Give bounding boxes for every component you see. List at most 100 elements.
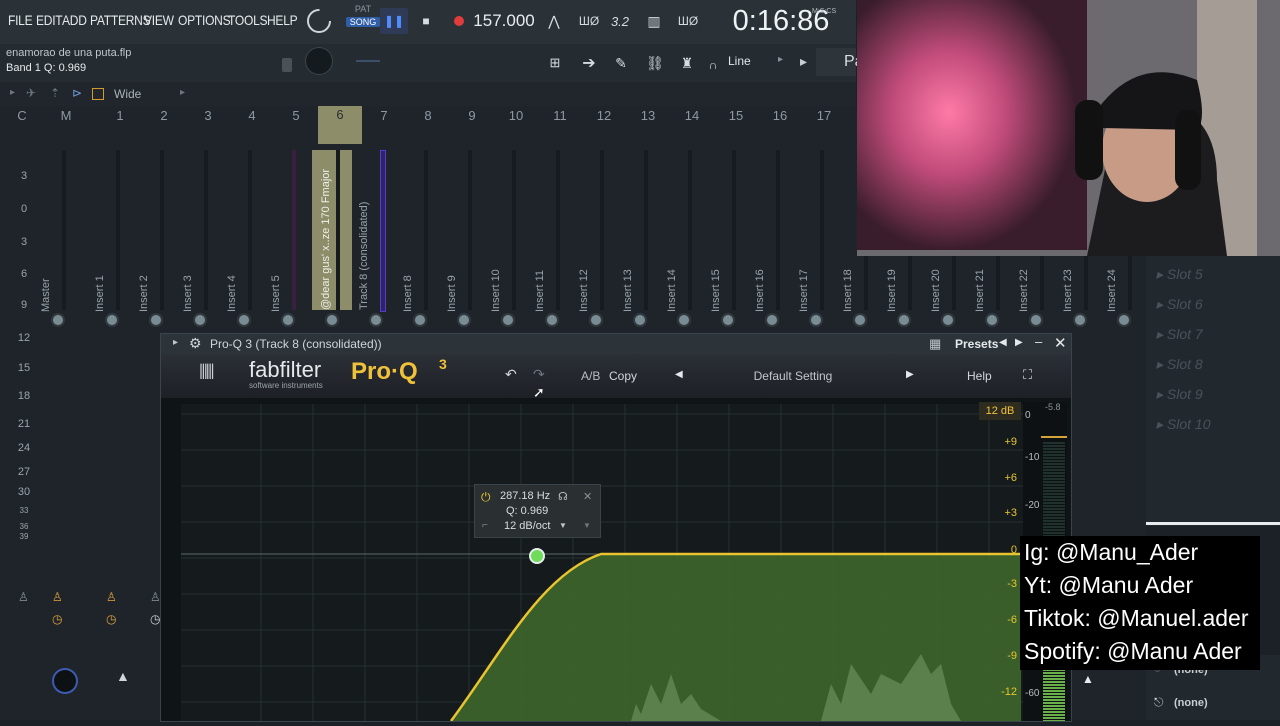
mixer-view-label[interactable]: Wide [114, 87, 141, 101]
pat-song-toggle[interactable]: PAT SONG [346, 4, 380, 40]
band-slope[interactable]: 12 dB/oct [504, 520, 550, 532]
loop-record-icon[interactable]: ШØ [674, 8, 702, 34]
mixer-split-icon[interactable]: ⊳ [72, 86, 82, 100]
slot-8[interactable]: ▸ Slot 8 [1156, 356, 1203, 373]
piano-roll-icon[interactable]: ⊞ [540, 50, 570, 76]
preset-next-icon[interactable]: ▶ [1015, 337, 1023, 348]
pattern-next-icon[interactable]: ▸ [800, 48, 812, 74]
menu-add[interactable]: ADD [62, 12, 87, 28]
minimize-icon[interactable]: – [1035, 334, 1042, 349]
mixer-pan-knob[interactable] [107, 315, 117, 325]
band-shape-icon[interactable]: ⌐ [482, 520, 488, 531]
lock-icon[interactable]: ♙ [52, 590, 63, 604]
mixer-pan-knob[interactable] [239, 315, 249, 325]
mixer-box-icon[interactable] [92, 88, 104, 100]
mixer-pan-knob[interactable] [679, 315, 689, 325]
timer-icon[interactable]: ◷ [150, 612, 160, 626]
mixer-strip[interactable]: Insert 1 [92, 150, 132, 325]
mixer-pan-knob[interactable] [635, 315, 645, 325]
send-knob[interactable] [54, 670, 76, 692]
mixer-pan-knob[interactable] [53, 315, 63, 325]
up-arrow-icon[interactable]: ▲ [116, 668, 130, 684]
band-power-icon[interactable]: ⏻ [481, 490, 491, 505]
mixer-pan-knob[interactable] [371, 315, 381, 325]
eq-graph[interactable]: ⏻ 287.18 Hz ☊ ✕ Q: 0.969 ⌐ 12 dB/oct ▼ ▼ [181, 404, 1041, 722]
step-edit-icon[interactable]: ▥ [640, 8, 668, 34]
slope-more-icon[interactable]: ▼ [583, 521, 591, 530]
presets-button[interactable]: Presets [955, 337, 998, 351]
menu-help[interactable]: HELP [267, 12, 298, 28]
mixer-pan-knob[interactable] [1075, 315, 1085, 325]
menu-patterns[interactable]: PATTERNS [90, 12, 151, 28]
help-button[interactable]: Help [967, 369, 992, 383]
mixer-pan-knob[interactable] [327, 315, 337, 325]
link-icon[interactable]: ⛓ [642, 50, 668, 76]
slot-5[interactable]: ▸ Slot 5 [1156, 266, 1203, 283]
menu-edit[interactable]: EDIT [36, 12, 63, 28]
pause-button[interactable]: ❚❚ [380, 8, 408, 34]
up-arrow-icon[interactable]: ▲ [1082, 672, 1094, 686]
mixer-pan-knob[interactable] [459, 315, 469, 325]
mixer-strip[interactable]: Insert 12 [576, 150, 616, 325]
menu-options[interactable]: OPTIONS [178, 12, 231, 28]
mixer-pan-knob[interactable] [1031, 315, 1041, 325]
preset-next-icon[interactable]: ▶ [906, 369, 914, 380]
mixer-strip[interactable]: Insert 8 [400, 150, 440, 325]
band-close-icon[interactable]: ✕ [583, 490, 592, 503]
mixer-pan-knob[interactable] [855, 315, 865, 325]
mixer-strip[interactable]: Insert 3 [180, 150, 220, 325]
eq-display[interactable] [181, 404, 1041, 722]
mixer-pan-knob[interactable] [283, 315, 293, 325]
mixer-pan-knob[interactable] [943, 315, 953, 325]
plugin-grid-icon[interactable]: ▦ [929, 336, 941, 352]
preset-name[interactable]: Default Setting [713, 369, 873, 383]
mixer-pan-knob[interactable] [1119, 315, 1129, 325]
mixer-pan-knob[interactable] [195, 315, 205, 325]
mixer-strip[interactable]: Insert 13 [620, 150, 660, 325]
mixer-strip[interactable]: Insert 14 [664, 150, 704, 325]
band-q[interactable]: Q: 0.969 [506, 505, 548, 517]
slot-6[interactable]: ▸ Slot 6 [1156, 296, 1203, 313]
mixer-pan-knob[interactable] [811, 315, 821, 325]
slot-7[interactable]: ▸ Slot 7 [1156, 326, 1203, 343]
lock-icon[interactable]: ♙ [106, 590, 117, 604]
mixer-pan-knob[interactable] [723, 315, 733, 325]
headphones-icon[interactable]: ☊ [558, 490, 568, 503]
plugin-picker-icon[interactable]: ♜ [674, 50, 700, 76]
mixer-view-arrow-icon[interactable]: ▸ [180, 87, 185, 98]
mixer-strip[interactable]: Insert 11 [532, 150, 572, 325]
mixer-up-icon[interactable]: ⇡ [50, 86, 60, 100]
mixer-strip[interactable]: Master [38, 150, 78, 325]
mixer-menu-arrow-icon[interactable]: ▸ [10, 87, 15, 98]
mixer-pan-knob[interactable] [547, 315, 557, 325]
snap-select[interactable]: Line [728, 54, 751, 68]
mixer-pan-knob[interactable] [151, 315, 161, 325]
menu-view[interactable]: VIEW [144, 12, 174, 28]
route-icon[interactable]: ⎋ [1154, 695, 1164, 710]
pattern-select[interactable]: Pa [816, 48, 864, 76]
metronome-icon[interactable]: ⋀ [542, 8, 566, 34]
slope-dropdown-icon[interactable]: ▼ [559, 521, 567, 530]
timer-icon[interactable]: ◷ [106, 612, 116, 626]
close-icon[interactable]: ✕ [1054, 334, 1067, 352]
volume-icon[interactable] [282, 58, 292, 72]
mixer-pan-knob[interactable] [415, 315, 425, 325]
gear-icon[interactable]: ⚙ [189, 335, 202, 352]
stop-button[interactable]: ■ [412, 8, 440, 34]
undo-icon[interactable]: ↶ [505, 366, 517, 383]
mixer-link-icon[interactable]: ✈ [26, 86, 36, 100]
wait-input-icon[interactable]: ШØ [575, 8, 603, 34]
mixer-strip[interactable]: Insert 17 [796, 150, 836, 325]
plugin-menu-arrow-icon[interactable]: ▸ [173, 337, 178, 348]
lock-icon[interactable]: ♙ [18, 590, 29, 604]
master-volume-knob[interactable] [306, 48, 332, 74]
mixer-pan-knob[interactable] [987, 315, 997, 325]
band-frequency[interactable]: 287.18 Hz [500, 490, 550, 502]
slot-9[interactable]: ▸ Slot 9 [1156, 386, 1203, 403]
magnet-icon[interactable]: ∩ [704, 52, 722, 78]
send-target[interactable]: (none) [1174, 697, 1208, 709]
ab-button[interactable]: A/B [581, 369, 600, 383]
menu-tools[interactable]: TOOLS [228, 12, 268, 28]
mixer-pan-knob[interactable] [767, 315, 777, 325]
mixer-strip[interactable]: Insert 9 [444, 150, 484, 325]
